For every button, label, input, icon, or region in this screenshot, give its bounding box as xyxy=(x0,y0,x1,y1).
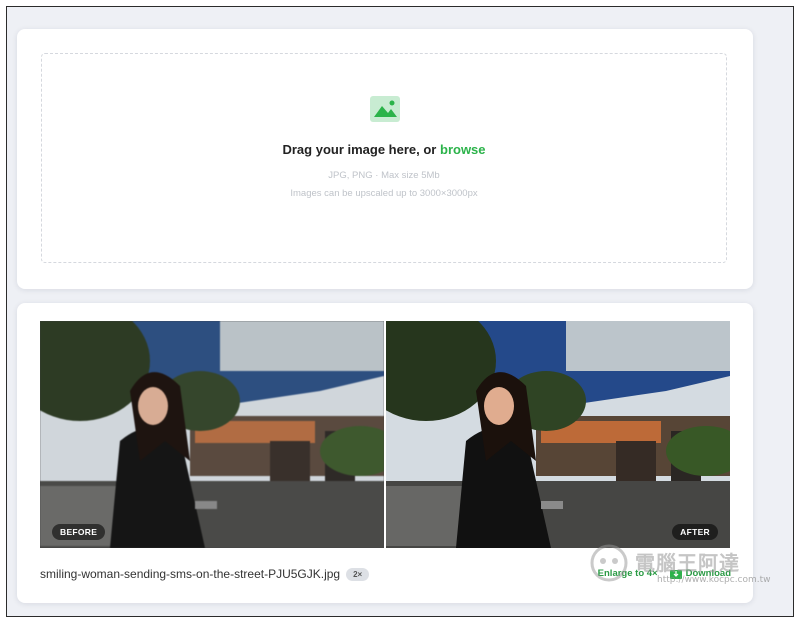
app-frame: Drag your image here, or browse JPG, PNG… xyxy=(6,6,794,617)
drag-instruction: Drag your image here, or browse xyxy=(42,142,726,157)
before-label: BEFORE xyxy=(52,524,106,540)
drag-text: Drag your image here, or xyxy=(282,142,437,157)
download-label: Download xyxy=(685,568,731,579)
after-photo xyxy=(386,321,730,548)
before-photo xyxy=(40,321,384,548)
download-button[interactable]: Download xyxy=(669,568,731,579)
after-image: AFTER xyxy=(386,321,730,548)
upload-card: Drag your image here, or browse JPG, PNG… xyxy=(17,29,753,289)
download-icon xyxy=(669,569,682,579)
file-info: smiling-woman-sending-sms-on-the-street-… xyxy=(40,567,370,581)
upscale-hint: Images can be upscaled up to 3000×3000px xyxy=(290,188,478,199)
image-upload-icon xyxy=(370,96,400,122)
filename-text: smiling-woman-sending-sms-on-the-street-… xyxy=(40,567,341,581)
enlarge-button[interactable]: Enlarge to 4× xyxy=(598,568,658,579)
dropzone[interactable]: Drag your image here, or browse JPG, PNG… xyxy=(41,53,727,263)
before-image: BEFORE xyxy=(40,321,384,548)
result-card: BEFORE AFTER smiling-woman-sending-sms-o… xyxy=(17,303,753,603)
result-actions: Enlarge to 4× Download xyxy=(598,568,731,579)
scale-badge: 2× xyxy=(346,567,370,581)
formats-hint: JPG, PNG · Max size 5Mb xyxy=(328,170,440,181)
after-label: AFTER xyxy=(672,524,718,540)
enlarge-label: Enlarge to 4× xyxy=(597,568,658,579)
browse-link[interactable]: browse xyxy=(440,142,486,157)
